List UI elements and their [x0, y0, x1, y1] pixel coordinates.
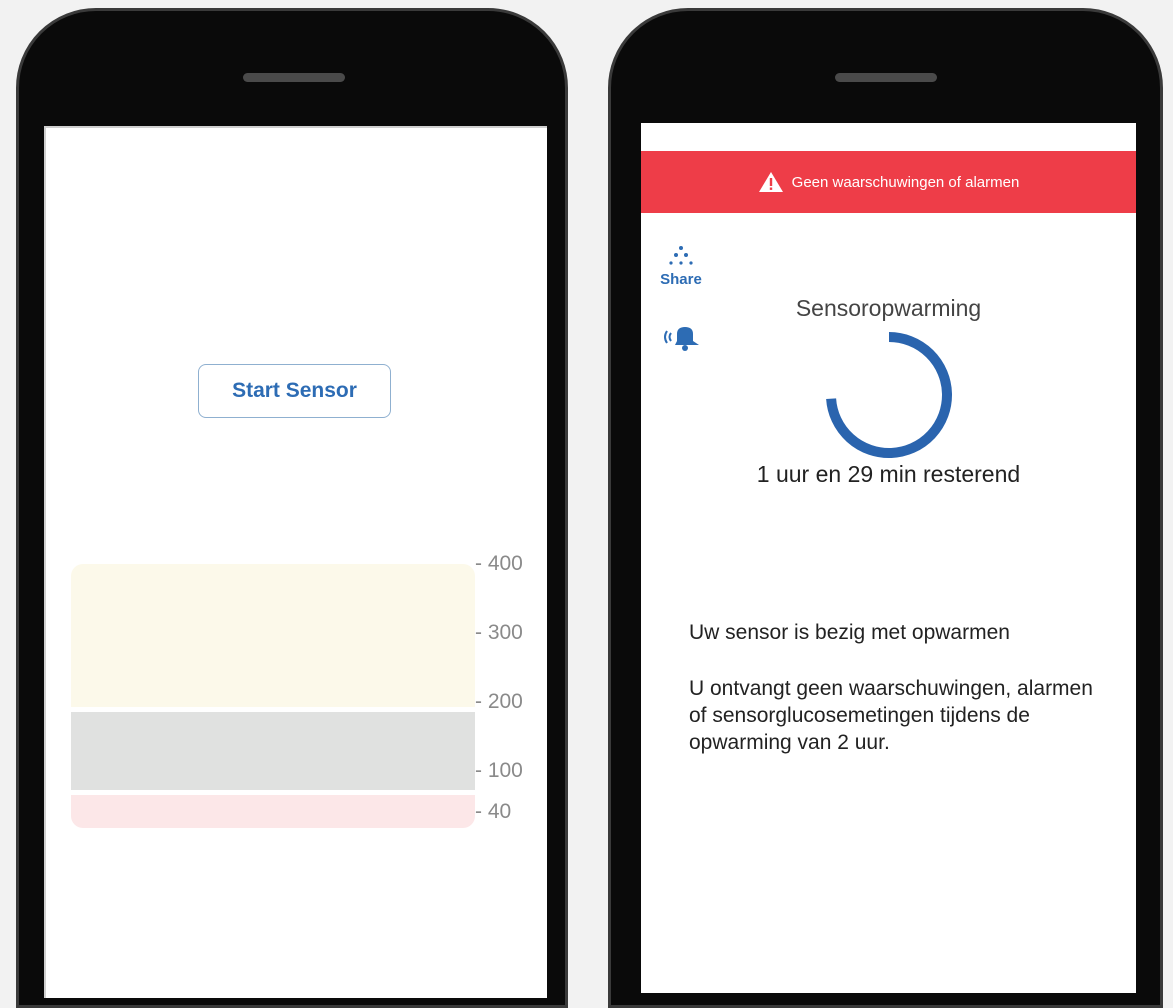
- phone-left: Start Sensor - 400 - 300 - 200 - 100 - 4…: [16, 8, 568, 1008]
- chart-band-high: [71, 564, 475, 707]
- bottom-blank-area: [46, 828, 547, 998]
- alert-banner[interactable]: Geen waarschuwingen of alarmen: [641, 151, 1136, 213]
- share-button[interactable]: Share: [657, 245, 705, 288]
- y-tick-label: - 300: [475, 621, 523, 644]
- y-tick-label: - 40: [475, 800, 512, 823]
- alarm-button[interactable]: [661, 323, 701, 358]
- info-no-alerts-text: U ontvangt geen waarschuwingen, alarmen …: [689, 677, 1093, 754]
- alert-text: Geen waarschuwingen of alarmen: [791, 173, 1020, 191]
- remaining-time: 1 uur en 29 min resterend: [756, 461, 1021, 487]
- phone-right: Geen waarschuwingen of alarmen Share Sen…: [608, 8, 1163, 1008]
- share-label: Share: [660, 271, 702, 288]
- screen-left: Start Sensor - 400 - 300 - 200 - 100 - 4…: [44, 126, 547, 998]
- phone-speaker: [243, 73, 345, 82]
- chart-band-target: [71, 712, 475, 790]
- bottom-blank-area: [641, 815, 1136, 993]
- y-tick-label: - 100: [475, 759, 523, 782]
- start-sensor-button[interactable]: Start Sensor: [198, 364, 391, 418]
- y-tick-label: - 400: [475, 552, 523, 575]
- warmup-progress-ring: [826, 332, 952, 458]
- chart-band-low: [71, 795, 475, 828]
- share-icon: [669, 246, 693, 265]
- glucose-chart: - 400 - 300 - 200 - 100 - 40: [71, 552, 541, 844]
- warmup-title: Sensoropwarming: [795, 295, 982, 321]
- info-warming-text: Uw sensor is bezig met opwarmen: [689, 621, 1010, 644]
- y-tick-label: - 200: [475, 690, 523, 713]
- warmup-progress-arc: [826, 332, 952, 458]
- warning-icon: [758, 172, 783, 192]
- alarm-bell-icon: [664, 327, 699, 351]
- screen-right: Geen waarschuwingen of alarmen Share Sen…: [641, 123, 1136, 993]
- phone-speaker: [835, 73, 937, 82]
